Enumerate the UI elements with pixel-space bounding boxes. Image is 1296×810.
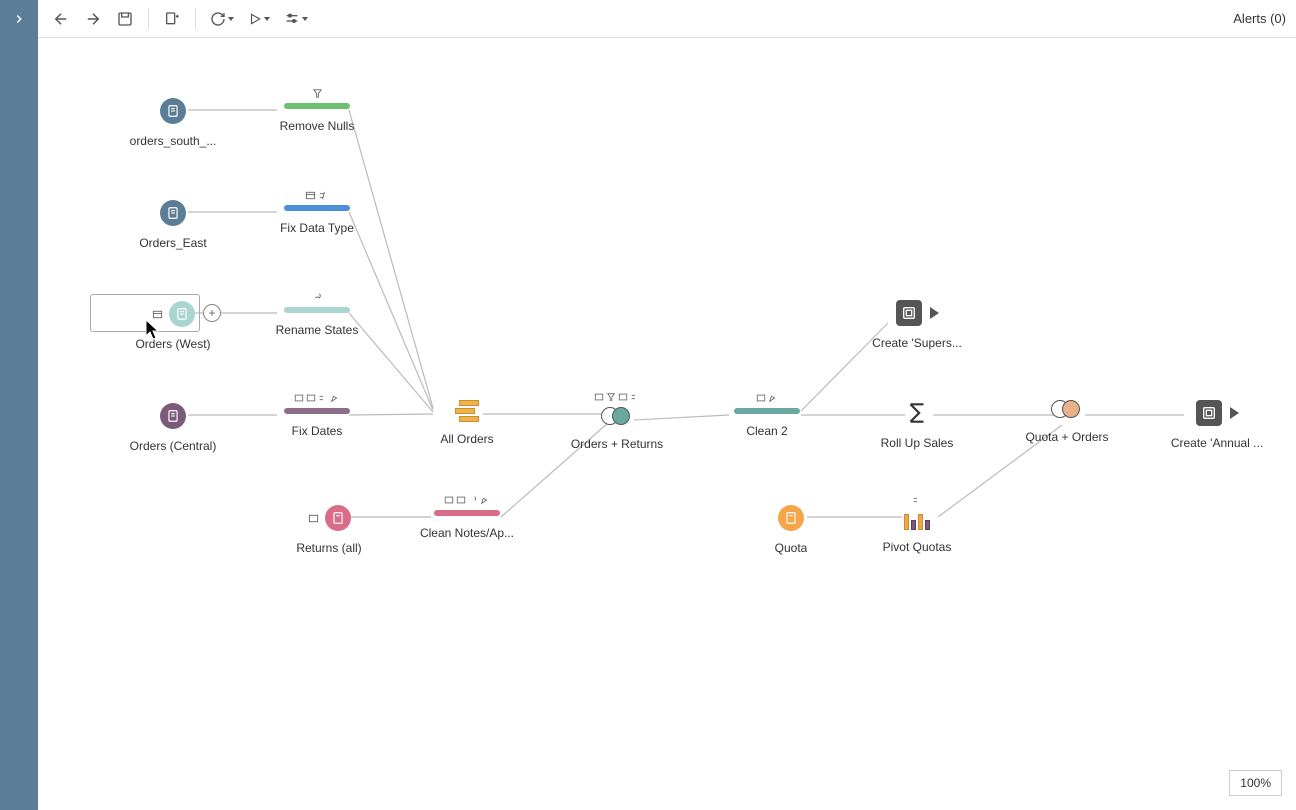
node-orders-west[interactable]: Orders (West) bbox=[98, 301, 248, 351]
node-label: Create 'Annual ... bbox=[1171, 436, 1263, 450]
step-bar bbox=[434, 510, 500, 516]
step-bar bbox=[284, 408, 350, 414]
node-rename-states[interactable]: Rename States bbox=[242, 290, 392, 337]
step-mini-icons bbox=[312, 290, 323, 304]
node-fix-dates[interactable]: Fix Dates bbox=[242, 391, 392, 438]
node-label: Fix Dates bbox=[292, 424, 343, 438]
undo-button[interactable] bbox=[48, 6, 74, 32]
redo-button[interactable] bbox=[80, 6, 106, 32]
step-bar bbox=[734, 408, 800, 414]
datasource-icon bbox=[778, 505, 804, 531]
node-clean-notes[interactable]: Clean Notes/Ap... bbox=[392, 493, 542, 540]
node-create-annual[interactable]: Create 'Annual ... bbox=[1142, 400, 1292, 450]
node-label: Quota + Orders bbox=[1025, 430, 1108, 444]
add-data-button[interactable] bbox=[159, 6, 185, 32]
alerts-button[interactable]: Alerts (0) bbox=[1233, 11, 1286, 26]
step-mini-icons bbox=[294, 391, 340, 405]
node-create-supers[interactable]: Create 'Supers... bbox=[842, 300, 992, 350]
step-mini-icons bbox=[912, 493, 922, 507]
play-icon bbox=[248, 12, 262, 26]
node-label: Orders + Returns bbox=[571, 437, 663, 451]
step-mini-icons bbox=[305, 188, 329, 202]
step-bar bbox=[284, 103, 350, 109]
node-orders-returns[interactable]: Orders + Returns bbox=[542, 390, 692, 451]
join-icon bbox=[1051, 400, 1083, 420]
node-label: All Orders bbox=[440, 432, 493, 446]
node-orders-east[interactable]: Orders_East bbox=[98, 200, 248, 250]
database-plus-icon bbox=[164, 11, 180, 27]
datasource-icon bbox=[160, 403, 186, 429]
node-rollup-sales[interactable]: Roll Up Sales bbox=[842, 400, 992, 450]
caret-down-icon bbox=[228, 17, 234, 21]
node-orders-south[interactable]: orders_south_... bbox=[98, 98, 248, 148]
refresh-icon bbox=[210, 11, 226, 27]
join-icon bbox=[601, 407, 633, 427]
node-label: Create 'Supers... bbox=[872, 336, 962, 350]
node-label: Orders (Central) bbox=[130, 439, 217, 453]
output-icon bbox=[1196, 400, 1222, 426]
left-panel-expand[interactable] bbox=[0, 0, 38, 810]
arrow-left-icon bbox=[52, 10, 70, 28]
caret-down-icon bbox=[302, 17, 308, 21]
datasource-icon bbox=[160, 98, 186, 124]
node-label: Quota bbox=[775, 541, 808, 555]
node-label: Clean Notes/Ap... bbox=[420, 526, 514, 540]
save-button[interactable] bbox=[112, 6, 138, 32]
node-orders-central[interactable]: Orders (Central) bbox=[98, 403, 248, 453]
step-mini-icons bbox=[312, 86, 323, 100]
node-all-orders[interactable]: All Orders bbox=[392, 400, 542, 446]
separator bbox=[195, 8, 196, 30]
run-output-button[interactable] bbox=[930, 307, 939, 319]
step-mini-icons bbox=[444, 493, 490, 507]
rename-mini-icon bbox=[308, 513, 319, 524]
datasource-icon bbox=[325, 505, 351, 531]
sigma-icon bbox=[904, 400, 930, 426]
refresh-button[interactable] bbox=[206, 6, 238, 32]
step-mini-icons bbox=[756, 391, 778, 405]
node-clean2[interactable]: Clean 2 bbox=[692, 391, 842, 438]
chevron-right-icon bbox=[12, 12, 26, 26]
run-output-button[interactable] bbox=[1230, 407, 1239, 419]
rename-mini-icon bbox=[152, 309, 163, 320]
step-bar bbox=[284, 205, 350, 211]
node-label: Remove Nulls bbox=[280, 119, 355, 133]
node-label: Roll Up Sales bbox=[881, 436, 954, 450]
step-bar bbox=[284, 307, 350, 313]
step-mini-icons bbox=[594, 390, 640, 404]
zoom-level[interactable]: 100% bbox=[1229, 770, 1282, 796]
run-flow-button[interactable] bbox=[244, 6, 274, 32]
arrow-right-icon bbox=[84, 10, 102, 28]
union-icon bbox=[455, 400, 479, 422]
node-remove-nulls[interactable]: Remove Nulls bbox=[242, 86, 392, 133]
sliders-icon bbox=[284, 11, 300, 27]
node-pivot-quotas[interactable]: Pivot Quotas bbox=[842, 493, 992, 554]
node-fix-data-type[interactable]: Fix Data Type bbox=[242, 188, 392, 235]
datasource-icon bbox=[169, 301, 195, 327]
caret-down-icon bbox=[264, 17, 270, 21]
node-returns-all[interactable]: Returns (all) bbox=[254, 505, 404, 555]
toolbar: Alerts (0) bbox=[38, 0, 1296, 38]
settings-button[interactable] bbox=[280, 6, 312, 32]
node-label: Rename States bbox=[276, 323, 359, 337]
output-icon bbox=[896, 300, 922, 326]
save-icon bbox=[117, 11, 133, 27]
node-label: Returns (all) bbox=[296, 541, 361, 555]
pivot-icon bbox=[904, 510, 930, 530]
node-quota-orders[interactable]: Quota + Orders bbox=[992, 400, 1142, 444]
flow-canvas[interactable]: orders_south_... Remove Nulls Orders_Eas… bbox=[38, 38, 1296, 810]
node-label: Clean 2 bbox=[746, 424, 787, 438]
separator bbox=[148, 8, 149, 30]
datasource-icon bbox=[160, 200, 186, 226]
node-label: Fix Data Type bbox=[280, 221, 354, 235]
node-label: Pivot Quotas bbox=[883, 540, 952, 554]
node-label: Orders_East bbox=[139, 236, 206, 250]
node-label: orders_south_... bbox=[130, 134, 217, 148]
